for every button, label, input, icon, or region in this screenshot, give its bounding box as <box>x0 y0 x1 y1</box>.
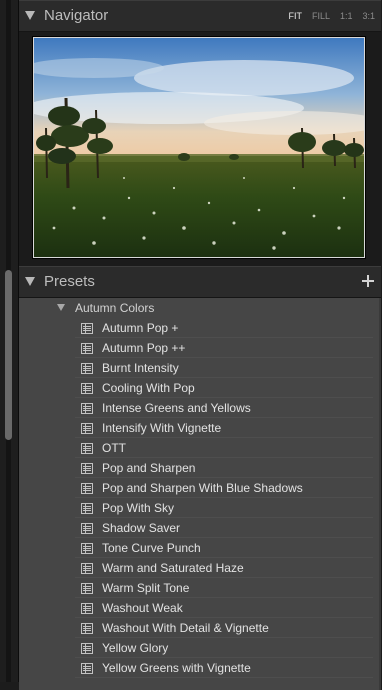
navigator-body <box>19 32 381 267</box>
preset-item[interactable]: Pop and Sharpen With Blue Shadows <box>19 478 381 498</box>
preset-item[interactable]: Burnt Intensity <box>19 358 381 378</box>
preset-item[interactable]: Washout With Detail & Vignette <box>19 618 381 638</box>
preset-item[interactable]: Autumn Pop + <box>19 318 381 338</box>
preset-grid-icon <box>81 363 93 374</box>
navigator-header[interactable]: Navigator FIT FILL 1:1 3:1 <box>19 0 381 32</box>
preset-item-label: Warm and Saturated Haze <box>102 561 244 575</box>
preset-item[interactable]: Yellow Greens with Vignette <box>19 658 381 678</box>
zoom-fit[interactable]: FIT <box>288 11 302 21</box>
preset-item[interactable]: Intense Greens and Yellows <box>19 398 381 418</box>
preset-grid-icon <box>81 443 93 454</box>
preset-item-label: OTT <box>102 441 126 455</box>
presets-header[interactable]: Presets <box>19 266 381 298</box>
preset-item-label: Intensify With Vignette <box>102 421 222 435</box>
preset-folder-autumn-colors[interactable]: Autumn Colors <box>19 298 381 318</box>
zoom-fill[interactable]: FILL <box>312 11 330 21</box>
zoom-1-1[interactable]: 1:1 <box>340 11 353 21</box>
preset-item[interactable]: Warm Split Tone <box>19 578 381 598</box>
preset-item-label: Yellow Glory <box>102 641 169 655</box>
preset-item-label: Pop and Sharpen With Blue Shadows <box>102 481 303 495</box>
preset-grid-icon <box>81 603 93 614</box>
preset-grid-icon <box>81 643 93 654</box>
preset-item-label: Autumn Pop ++ <box>102 341 186 355</box>
preset-item-label: Pop With Sky <box>102 501 175 515</box>
preset-grid-icon <box>81 663 93 674</box>
presets-list: Autumn Colors Autumn Pop + Autumn Pop ++ B… <box>19 298 381 690</box>
preset-item-label: Warm Split Tone <box>102 581 190 595</box>
preset-item-label: Autumn Pop + <box>102 321 179 335</box>
presets-title: Presets <box>44 273 95 290</box>
preset-item-label: Pop and Sharpen <box>102 461 196 475</box>
plus-icon[interactable] <box>362 275 374 287</box>
preset-item[interactable]: Intensify With Vignette <box>19 418 381 438</box>
preset-item[interactable]: Warm and Saturated Haze <box>19 558 381 578</box>
navigator-panel: Navigator FIT FILL 1:1 3:1 <box>19 0 381 267</box>
preset-grid-icon <box>81 623 93 634</box>
preset-item[interactable]: Yellow Glory <box>19 638 381 658</box>
landscape-image <box>34 38 364 257</box>
triangle-down-icon[interactable] <box>25 277 35 286</box>
preset-grid-icon <box>81 423 93 434</box>
preset-item[interactable]: OTT <box>19 438 381 458</box>
preset-item[interactable]: Autumn Pop ++ <box>19 338 381 358</box>
preset-item[interactable]: Shadow Saver <box>19 518 381 538</box>
preset-item[interactable]: Tone Curve Punch <box>19 538 381 558</box>
preset-grid-icon <box>81 403 93 414</box>
preset-grid-icon <box>81 483 93 494</box>
preset-item[interactable]: Pop and Sharpen <box>19 458 381 478</box>
preset-grid-icon <box>81 543 93 554</box>
preset-item-label: Yellow Greens with Vignette <box>102 661 251 675</box>
preset-item-label: Tone Curve Punch <box>102 541 201 555</box>
preset-grid-icon <box>81 563 93 574</box>
zoom-options: FIT FILL 1:1 3:1 <box>288 11 375 21</box>
navigator-title: Navigator <box>44 7 109 24</box>
preset-item[interactable]: Cooling With Pop <box>19 378 381 398</box>
folder-triangle-down-icon[interactable] <box>57 304 65 311</box>
preset-item-label: Burnt Intensity <box>102 361 179 375</box>
left-scrollbar[interactable] <box>0 0 19 682</box>
preset-item-label: Washout Weak <box>102 601 183 615</box>
preset-grid-icon <box>81 523 93 534</box>
preset-item[interactable]: Washout Weak <box>19 598 381 618</box>
preset-rows: Autumn Pop + Autumn Pop ++ Burnt Intensity… <box>19 318 381 678</box>
zoom-3-1[interactable]: 3:1 <box>362 11 375 21</box>
preset-item-label: Cooling With Pop <box>102 381 195 395</box>
preset-item[interactable]: Pop With Sky <box>19 498 381 518</box>
preset-grid-icon <box>81 463 93 474</box>
triangle-down-icon[interactable] <box>25 11 35 20</box>
preset-grid-icon <box>81 323 93 334</box>
preset-item-label: Washout With Detail & Vignette <box>102 621 269 635</box>
preset-grid-icon <box>81 583 93 594</box>
preset-grid-icon <box>81 383 93 394</box>
navigator-preview-image[interactable] <box>33 37 365 258</box>
preset-grid-icon <box>81 503 93 514</box>
preset-item-label: Intense Greens and Yellows <box>102 401 251 415</box>
preset-grid-icon <box>81 343 93 354</box>
preset-item-label: Shadow Saver <box>102 521 181 535</box>
scrollbar-thumb[interactable] <box>5 270 12 440</box>
presets-panel: Presets Autumn Colors Autumn Pop + Autumn… <box>19 266 381 690</box>
folder-label: Autumn Colors <box>75 301 155 315</box>
